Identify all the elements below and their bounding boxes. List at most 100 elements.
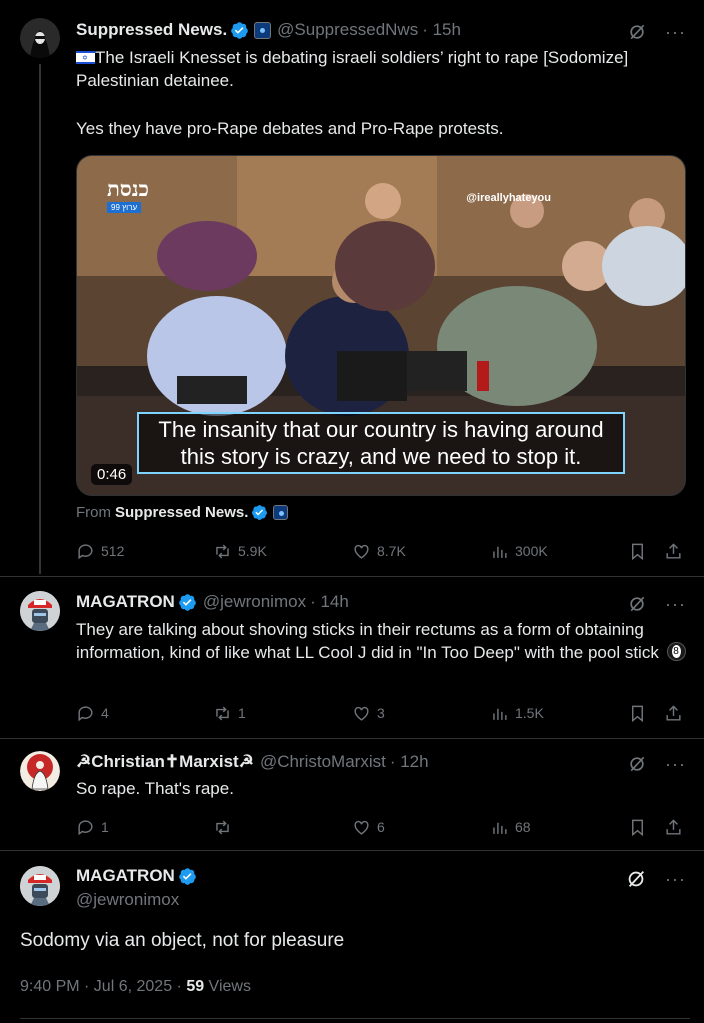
tweet-text: Sodomy via an object, not for pleasure	[20, 930, 345, 951]
author-handle[interactable]: @jewronimox	[76, 890, 179, 910]
share-button[interactable]	[664, 818, 683, 837]
thread-line	[39, 64, 41, 574]
avatar-magatron[interactable]	[20, 866, 60, 906]
bookmark-button[interactable]	[628, 542, 647, 561]
tweet-text-line1: The Israeli Knesset is debating israeli …	[76, 48, 629, 90]
reply-count: 4	[101, 705, 109, 721]
verified-badge-icon	[179, 593, 196, 611]
tweet-meta: 9:40 PM · Jul 6, 2025 · 59 Views	[20, 978, 251, 996]
views-count: 1.5K	[515, 705, 544, 721]
tweet-text: So rape. That's rape.	[76, 779, 234, 798]
repost-icon	[216, 706, 229, 720]
caption-line1: The insanity that our country is having …	[158, 417, 604, 442]
like-count: 8.7K	[377, 543, 406, 559]
tweet-text: They are talking about shoving sticks in…	[76, 618, 688, 664]
views-button[interactable]: 300K	[490, 542, 548, 561]
reply-count: 1	[101, 819, 109, 835]
tweet-actions: 4 1 3 1.5K	[76, 702, 688, 724]
post-time[interactable]: · 15h	[422, 20, 461, 40]
views-button[interactable]: 1.5K	[490, 704, 544, 723]
post-time[interactable]: · 14h	[310, 592, 349, 612]
bookmark-button[interactable]	[628, 704, 647, 723]
reply-button[interactable]: 1	[76, 818, 109, 837]
video-player[interactable]: כנסת ערוץ 99 @ireallyhateyou The insanit…	[76, 155, 686, 496]
repost-button[interactable]	[213, 818, 238, 837]
avatar-suppressed-news[interactable]	[20, 18, 60, 58]
views-icon	[493, 546, 507, 558]
repost-icon	[216, 544, 229, 558]
reply-icon	[78, 819, 93, 835]
share-icon	[666, 818, 681, 835]
repost-count: 1	[238, 705, 246, 721]
video-duration: 0:46	[91, 464, 133, 485]
share-icon	[666, 542, 681, 559]
caption-line2: this story is crazy, and we need to stop…	[180, 444, 582, 469]
like-button[interactable]: 6	[352, 818, 385, 837]
author-handle[interactable]: @ChristoMarxist	[260, 752, 386, 772]
views-label: Views	[204, 978, 251, 995]
divider	[20, 1018, 690, 1019]
repost-button[interactable]: 5.9K	[213, 542, 267, 561]
author-handle[interactable]: @SuppressedNws	[277, 20, 418, 40]
more-options-icon[interactable]: ···	[665, 595, 686, 613]
tweet-actions: 512 5.9K 8.7K 300K	[76, 540, 688, 562]
grok-icon[interactable]	[627, 594, 647, 614]
author-name[interactable]: Suppressed News.	[76, 20, 227, 40]
author-handle-row: @jewronimox	[76, 890, 179, 910]
tweet-text-body: They are talking about shoving sticks in…	[76, 620, 659, 662]
tweet-text-line2: Yes they have pro-Rape debates and Pro-R…	[76, 119, 504, 138]
affiliation-badge-icon[interactable]	[273, 505, 289, 520]
channel-logo: כנסת	[107, 176, 149, 201]
like-button[interactable]: 8.7K	[352, 542, 406, 561]
divider	[0, 738, 704, 739]
tweet-tools: ···	[627, 22, 686, 42]
from-attribution: From Suppressed News.	[76, 504, 289, 521]
avatar-magatron[interactable]	[20, 591, 60, 631]
author-name[interactable]: MAGATRON	[76, 866, 175, 886]
from-label: From	[76, 504, 111, 521]
grok-icon[interactable]	[627, 754, 647, 774]
tweet-actions: 1 6 68	[76, 816, 688, 838]
tweet-tools: ···	[625, 868, 686, 890]
author-handle[interactable]: @jewronimox	[203, 592, 306, 612]
tweet-header: ☭Christian✝Marxist☭ @ChristoMarxist · 12…	[76, 752, 429, 772]
like-count: 6	[377, 819, 385, 835]
tweet-header: MAGATRON @jewronimox · 14h	[76, 592, 349, 612]
author-name[interactable]: ☭Christian✝Marxist☭	[76, 752, 254, 772]
timestamp[interactable]: 9:40 PM · Jul 6, 2025 ·	[20, 978, 186, 995]
like-button[interactable]: 3	[352, 704, 385, 723]
share-button[interactable]	[664, 704, 683, 723]
bookmark-icon	[632, 543, 643, 560]
post-time[interactable]: · 12h	[390, 752, 429, 772]
tweet-tools: ···	[627, 594, 686, 614]
reply-button[interactable]: 4	[76, 704, 109, 723]
tweet-header: MAGATRON	[76, 866, 197, 886]
heart-icon	[354, 820, 369, 835]
more-options-icon[interactable]: ···	[665, 23, 686, 41]
affiliation-badge-icon[interactable]	[254, 21, 272, 39]
share-button[interactable]	[664, 542, 683, 561]
avatar-christomarxist[interactable]	[20, 751, 60, 791]
more-options-icon[interactable]: ···	[665, 870, 686, 888]
video-caption: The insanity that our country is having …	[137, 412, 625, 474]
israel-flag-icon: ✡	[76, 51, 95, 64]
reply-button[interactable]: 512	[76, 542, 124, 561]
reply-icon	[78, 705, 93, 721]
divider	[0, 850, 704, 851]
views-button[interactable]: 68	[490, 818, 531, 837]
verified-badge-icon	[179, 867, 196, 885]
more-options-icon[interactable]: ···	[665, 755, 686, 773]
grok-icon[interactable]	[625, 868, 647, 890]
views-icon	[493, 708, 507, 720]
reply-count: 512	[101, 543, 125, 559]
views-count: 68	[515, 819, 531, 835]
bookmark-button[interactable]	[628, 818, 647, 837]
from-name[interactable]: Suppressed News.	[115, 504, 248, 521]
repost-button[interactable]: 1	[213, 704, 246, 723]
verified-badge-icon	[231, 21, 248, 39]
divider	[0, 576, 704, 577]
bookmark-icon	[632, 819, 643, 836]
views-count: 300K	[515, 543, 548, 559]
grok-icon[interactable]	[627, 22, 647, 42]
author-name[interactable]: MAGATRON	[76, 592, 175, 612]
